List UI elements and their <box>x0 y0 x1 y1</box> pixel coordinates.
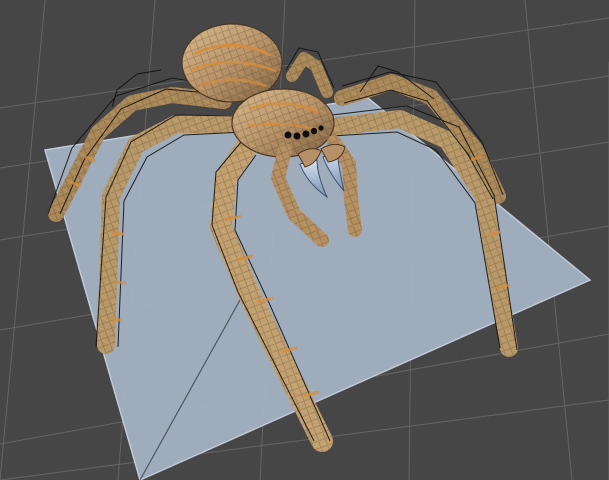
viewport-canvas[interactable] <box>0 0 609 480</box>
3d-viewport[interactable] <box>0 0 609 480</box>
